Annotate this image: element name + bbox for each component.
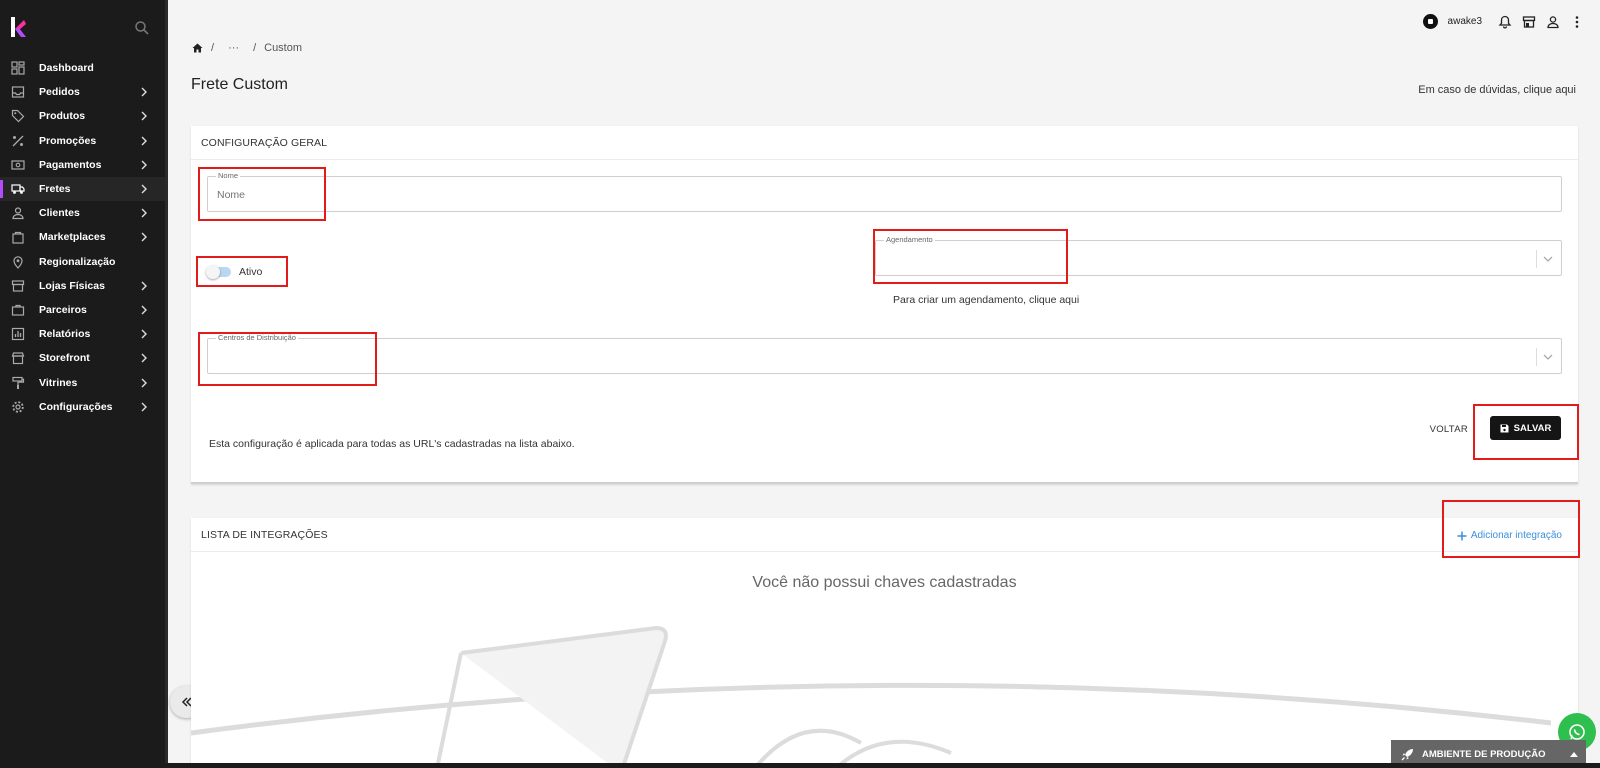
sidebar-item-produtos[interactable]: Produtos xyxy=(0,104,165,128)
briefcase-icon xyxy=(11,304,25,316)
breadcrumb: / ··· / Custom xyxy=(192,42,302,54)
sidebar-item-pagamentos[interactable]: Pagamentos xyxy=(0,153,165,177)
sidebar-item-label: Parceiros xyxy=(39,303,87,316)
sidebar-item-pedidos[interactable]: Pedidos xyxy=(0,80,165,104)
sidebar-item-marketplaces[interactable]: Marketplaces xyxy=(0,225,165,249)
integrations-card: LISTA DE INTEGRAÇÕES Adicionar integraçã… xyxy=(191,518,1578,768)
chevron-right-icon xyxy=(141,281,147,291)
sidebar-item-label: Marketplaces xyxy=(39,231,106,244)
chevron-right-icon xyxy=(141,160,147,170)
sidebar-item-label: Produtos xyxy=(39,110,86,123)
storefront-icon xyxy=(11,352,25,365)
sidebar-item-label: Configurações xyxy=(39,400,113,413)
sidebar-item-label: Relatórios xyxy=(39,328,91,341)
general-config-card: CONFIGURAÇÃO GERAL Nome Ativo Agendament… xyxy=(191,126,1578,484)
chevron-right-icon xyxy=(141,305,147,315)
sidebar-item-label: Promoções xyxy=(39,134,97,147)
chevron-right-icon xyxy=(141,378,147,388)
name-input[interactable] xyxy=(217,189,1435,201)
sidebar-item-label: Pedidos xyxy=(39,86,80,99)
highlight-save-button xyxy=(1473,404,1579,460)
empty-state-message: Você não possui chaves cadastradas xyxy=(752,574,1017,591)
sidebar-item-label: Clientes xyxy=(39,207,80,220)
integrations-header: LISTA DE INTEGRAÇÕES xyxy=(191,518,1578,552)
location-icon xyxy=(13,255,23,269)
name-field[interactable]: Nome xyxy=(207,171,1562,212)
inbox-icon xyxy=(11,86,25,98)
sidebar-item-dashboard[interactable]: Dashboard xyxy=(0,56,165,80)
distribution-centers-select[interactable]: Centros de Distribuição xyxy=(207,333,1562,374)
sidebar-item-label: Regionalização xyxy=(39,255,116,268)
highlight-add-integration xyxy=(1442,500,1580,558)
person-icon xyxy=(12,207,24,220)
highlight-schedule-select xyxy=(873,229,1068,284)
environment-label: AMBIENTE DE PRODUÇÃO xyxy=(1422,748,1546,760)
rocket-icon xyxy=(1401,748,1413,760)
breadcrumb-separator: / xyxy=(253,42,257,54)
sidebar-item-label: Lojas Físicas xyxy=(39,279,105,292)
bottom-strip xyxy=(0,763,1600,768)
sidebar-item-label: Storefront xyxy=(39,352,90,365)
whatsapp-icon xyxy=(1569,724,1585,740)
sidebar-item-lojas-fisicas[interactable]: Lojas Físicas xyxy=(0,274,165,298)
chart-icon xyxy=(11,328,25,341)
sidebar-item-promocoes[interactable]: Promoções xyxy=(0,129,165,153)
chevron-right-icon xyxy=(141,208,147,218)
home-icon[interactable] xyxy=(192,43,203,53)
sidebar-item-parceiros[interactable]: Parceiros xyxy=(0,298,165,322)
page-title: Frete Custom xyxy=(191,76,288,93)
sidebar-item-label: Fretes xyxy=(39,183,71,196)
chevron-right-icon xyxy=(141,184,147,194)
brand-logo-icon[interactable] xyxy=(10,16,28,38)
chevron-down-icon[interactable] xyxy=(1536,348,1553,366)
breadcrumb-current: Custom xyxy=(264,42,303,54)
bag-icon xyxy=(12,232,24,245)
dashboard-icon xyxy=(11,61,25,75)
sidebar-item-label: Vitrines xyxy=(39,376,78,389)
breadcrumb-ellipsis[interactable]: ··· xyxy=(228,42,239,54)
sidebar-header xyxy=(0,0,165,56)
main-content: / ··· / Custom Frete Custom Em caso de d… xyxy=(168,0,1600,768)
chevron-right-icon xyxy=(141,353,147,363)
truck-icon xyxy=(11,184,25,194)
sidebar: Dashboard Pedidos Produtos Promoções Pagamen… xyxy=(0,0,168,768)
store-icon xyxy=(11,280,25,292)
percent-icon xyxy=(12,135,24,147)
sidebar-item-label: Pagamentos xyxy=(39,158,102,171)
sidebar-item-storefront[interactable]: Storefront xyxy=(0,346,165,370)
gear-icon xyxy=(12,401,24,413)
chevron-down-icon[interactable] xyxy=(1536,250,1553,268)
highlight-name-field xyxy=(198,167,326,221)
chevron-up-icon xyxy=(1570,751,1578,757)
sidebar-item-vitrines[interactable]: Vitrines xyxy=(0,370,165,394)
highlight-distribution-centers xyxy=(198,332,377,386)
chevron-right-icon xyxy=(141,111,147,121)
create-schedule-link[interactable]: Para criar um agendamento, clique aqui xyxy=(893,294,1079,306)
sidebar-item-clientes[interactable]: Clientes xyxy=(0,201,165,225)
chevron-right-icon xyxy=(141,329,147,339)
sidebar-item-fretes[interactable]: Fretes xyxy=(0,176,165,202)
payment-icon xyxy=(11,160,25,170)
chevron-right-icon xyxy=(141,232,147,242)
sidebar-item-label: Dashboard xyxy=(39,62,94,75)
breadcrumb-separator: / xyxy=(211,42,215,54)
chevron-right-icon xyxy=(141,136,147,146)
sidebar-menu: Dashboard Pedidos Produtos Promoções Pagamen… xyxy=(0,56,165,419)
config-note: Esta configuração é aplicada para todas … xyxy=(209,438,575,450)
chevron-right-icon xyxy=(141,402,147,412)
highlight-active-toggle xyxy=(196,256,288,287)
sidebar-item-relatorios[interactable]: Relatórios xyxy=(0,322,165,346)
back-button[interactable]: VOLTAR xyxy=(1430,424,1468,435)
empty-state-illustration xyxy=(191,625,1551,768)
sidebar-item-configuracoes[interactable]: Configurações xyxy=(0,395,165,419)
tag-icon xyxy=(11,110,25,123)
chevron-right-icon xyxy=(141,87,147,97)
help-link[interactable]: Em caso de dúvidas, clique aqui xyxy=(1418,84,1576,96)
paint-roller-icon xyxy=(12,376,25,389)
sidebar-item-regionalizacao[interactable]: Regionalização xyxy=(0,250,165,274)
general-config-header: CONFIGURAÇÃO GERAL xyxy=(191,126,1578,160)
search-icon[interactable] xyxy=(134,20,150,36)
